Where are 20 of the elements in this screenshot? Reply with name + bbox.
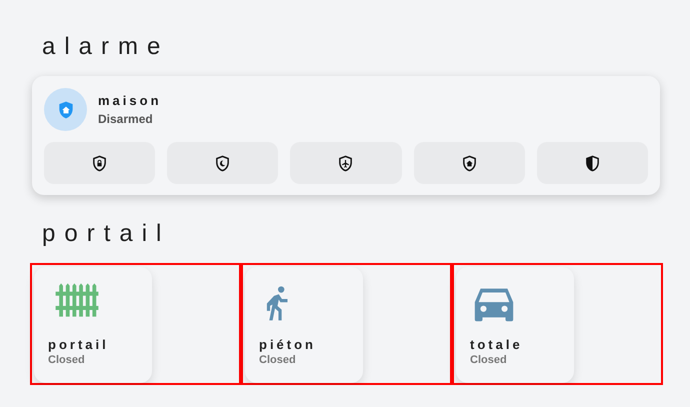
shield-home-icon [44, 88, 87, 131]
entity-tile[interactable]: portail Closed [34, 267, 152, 383]
shield-airplane-icon [337, 154, 354, 172]
shield-moon-icon [214, 154, 232, 172]
section-heading: alarme [42, 32, 170, 62]
tile-state: Closed [470, 354, 507, 366]
entity-tile[interactable]: totale Closed [456, 267, 574, 383]
alarm-state: Disarmed [98, 112, 154, 126]
tile-state: Closed [48, 354, 85, 366]
mode-button[interactable] [536, 142, 648, 184]
tile-state: Closed [259, 354, 296, 366]
alarm-name: maison [98, 93, 162, 108]
tile-name: piéton [259, 337, 316, 352]
tile-name: totale [470, 337, 523, 352]
shield-home-icon [460, 154, 478, 172]
half-shield-icon [584, 154, 601, 172]
shield-lock-icon [91, 154, 108, 172]
entity-tile[interactable]: piéton Closed [245, 267, 363, 383]
tile-name: portail [48, 337, 109, 352]
section-heading: portail [42, 219, 172, 249]
